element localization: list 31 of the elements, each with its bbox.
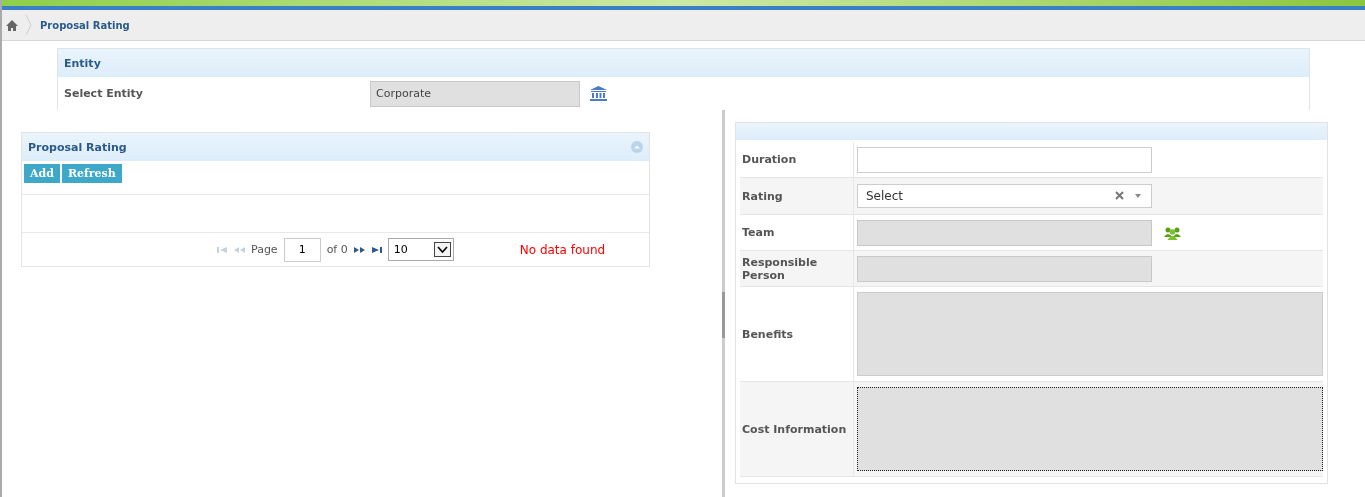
page-size-dropdown[interactable]: 10 [387,238,454,261]
field-label: Responsible Person [742,255,819,282]
readonly-field[interactable] [857,255,1152,282]
field-label: Cost Information [742,422,847,436]
page-field[interactable]: 1 [283,237,321,262]
text-area[interactable] [857,387,1323,471]
last-page-icon[interactable] [370,245,382,254]
breadcrumb-item[interactable]: Proposal Rating [40,19,130,31]
rating-dropdown[interactable]: Select [857,184,1152,208]
chevron-icon [26,15,32,35]
splitter-handle[interactable] [722,292,725,338]
page-label: Page [251,243,278,256]
empty-message: No data found [519,242,606,257]
field-label: Select Entity [64,87,145,100]
readonly-field[interactable] [857,219,1152,246]
panel-title: Entity [64,56,101,70]
home-icon[interactable] [6,19,18,31]
field-label: Benefits [742,327,794,341]
page-count: of 0 [326,243,348,256]
clear-and-caret-icon[interactable] [1115,191,1143,201]
bank-icon[interactable] [590,86,607,101]
caret-icon [433,242,451,257]
duration-field[interactable] [857,146,1152,173]
people-icon[interactable] [1164,225,1181,240]
field-label: Rating [742,189,783,203]
next-page-icon[interactable] [353,245,365,254]
field-label: Team [742,226,775,239]
collapse-icon[interactable] [631,141,643,153]
panel-title: Proposal Rating [28,140,127,154]
field-label: Duration [742,153,797,166]
entity-field[interactable]: Corporate [370,80,580,107]
